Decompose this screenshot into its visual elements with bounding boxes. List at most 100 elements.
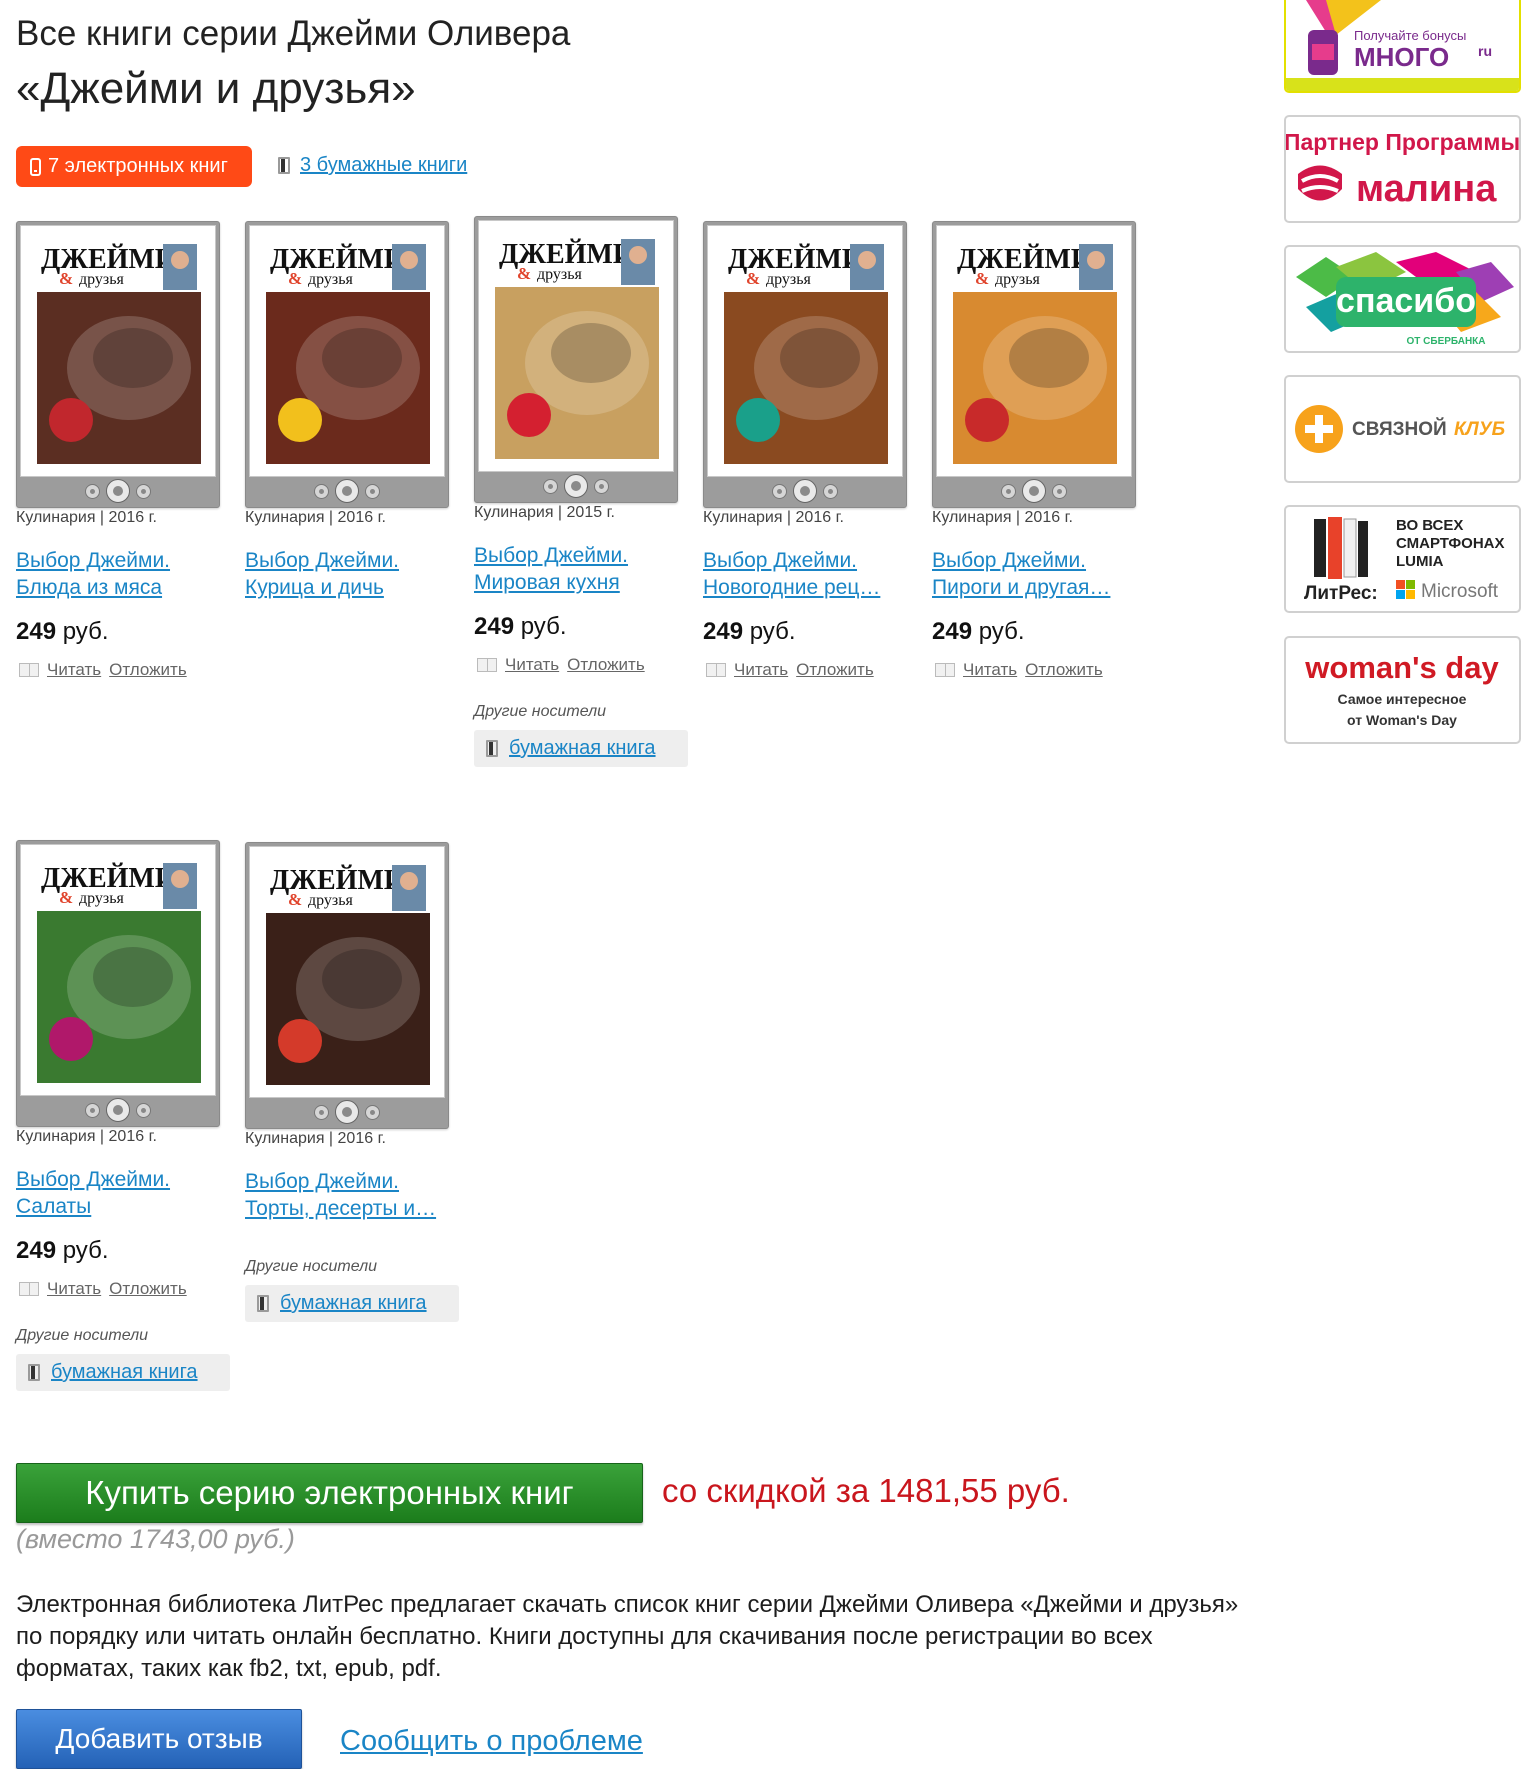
add-review-button[interactable]: Добавить отзыв	[16, 1709, 302, 1769]
tab-paper-books[interactable]: 3 бумажные книги	[278, 154, 467, 177]
svg-text:друзья: друзья	[766, 271, 812, 288]
other-media-paper[interactable]: бумажная книга	[245, 1285, 459, 1322]
banner-spasibo[interactable]: спасибо ОТ СБЕРБАНКА	[1284, 245, 1521, 353]
svyaznoy-a: СВЯЗНОЙ	[1352, 418, 1447, 440]
read-link[interactable]: Читать	[505, 655, 559, 675]
book-price: 249 руб.	[703, 618, 796, 645]
womansday-logo-icon: woman's day Самое интересное от Woman's …	[1304, 650, 1499, 728]
prev-icon[interactable]	[314, 483, 329, 499]
report-problem-link[interactable]: Сообщить о проблеме	[340, 1725, 643, 1758]
litres-l1: ВО ВСЕХ	[1396, 517, 1463, 534]
book-icon	[278, 157, 290, 174]
prev-icon[interactable]	[85, 483, 100, 499]
read-link[interactable]: Читать	[47, 1279, 101, 1299]
book-title-link[interactable]: Выбор Джейми. Курица и дичь	[245, 547, 455, 601]
svg-text:&: &	[59, 888, 73, 907]
next-icon[interactable]	[823, 483, 838, 499]
prev-icon[interactable]	[543, 478, 558, 494]
litres-lumia-icon: ВО ВСЕХ СМАРТФОНАХ LUMIA ЛитРес: Microso…	[1304, 517, 1505, 604]
prev-icon[interactable]	[314, 1104, 329, 1120]
postpone-link[interactable]: Отложить	[1025, 660, 1103, 680]
book-cover[interactable]: ДЖЕЙМИ & друзья	[16, 221, 220, 508]
tab-ebooks[interactable]: 7 электронных книг	[16, 146, 252, 187]
next-icon[interactable]	[365, 483, 380, 499]
book-cover[interactable]: ДЖЕЙМИ & друзья	[474, 216, 678, 503]
cover-pager	[704, 478, 906, 504]
banner-svyaznoy[interactable]: СВЯЗНОЙ КЛУБ	[1284, 375, 1521, 483]
book-cover[interactable]: ДЖЕЙМИ & друзья	[16, 840, 220, 1127]
banner-litres-microsoft[interactable]: ВО ВСЕХ СМАРТФОНАХ LUMIA ЛитРес: Microso…	[1284, 505, 1521, 613]
postpone-link[interactable]: Отложить	[109, 660, 187, 680]
paper-book-link[interactable]: бумажная книга	[280, 1292, 427, 1315]
prev-icon[interactable]	[772, 483, 787, 499]
book-cover[interactable]: ДЖЕЙМИ & друзья	[245, 221, 449, 508]
next-icon[interactable]	[136, 1102, 151, 1118]
read-link[interactable]: Читать	[963, 660, 1017, 680]
buy-series-button[interactable]: Купить серию электронных книг	[16, 1463, 643, 1523]
book-meta: Кулинария | 2016 г.	[245, 1130, 386, 1147]
book-cover[interactable]: ДЖЕЙМИ & друзья	[932, 221, 1136, 508]
read-link[interactable]: Читать	[734, 660, 788, 680]
tab-ebooks-label: 7 электронных книг	[48, 155, 228, 177]
cover-image: ДЖЕЙМИ & друзья	[953, 238, 1117, 464]
book-card: ДЖЕЙМИ & друзья Кулинария | 2015 г. Выбо…	[474, 216, 704, 767]
mnogo-suffix: ru	[1478, 43, 1492, 59]
mnogo-small: Получайте бонусы	[1354, 28, 1466, 43]
banner-womansday[interactable]: woman's day Самое интересное от Woman's …	[1284, 636, 1521, 744]
prev-icon[interactable]	[85, 1102, 100, 1118]
other-media-paper[interactable]: бумажная книга	[474, 730, 688, 767]
book-title-link[interactable]: Выбор Джейми. Пироги и другая…	[932, 547, 1142, 601]
cover-pager	[933, 478, 1135, 504]
mnogo-brand: МНОГО	[1354, 42, 1449, 72]
book-cover[interactable]: ДЖЕЙМИ & друзья	[245, 842, 449, 1129]
read-link[interactable]: Читать	[47, 660, 101, 680]
malina-brand: малина	[1356, 168, 1497, 210]
series-description: Электронная библиотека ЛитРес предлагает…	[16, 1591, 1239, 1682]
prev-icon[interactable]	[1001, 483, 1016, 499]
banner-malina[interactable]: Партнер Программы малина	[1284, 115, 1521, 223]
paper-book-link[interactable]: бумажная книга	[509, 737, 656, 760]
home-icon[interactable]	[335, 1100, 359, 1124]
home-icon[interactable]	[793, 479, 817, 503]
svg-text:&: &	[517, 264, 531, 283]
womansday-l2: от Woman's Day	[1347, 712, 1457, 728]
other-media-paper[interactable]: бумажная книга	[16, 1354, 230, 1391]
home-icon[interactable]	[106, 479, 130, 503]
spasibo-sub: ОТ СБЕРБАНКА	[1407, 336, 1486, 347]
postpone-link[interactable]: Отложить	[567, 655, 645, 675]
postpone-link[interactable]: Отложить	[796, 660, 874, 680]
svg-text:&: &	[288, 890, 302, 909]
book-card: ДЖЕЙМИ & друзья Кулинария | 2016 г. Выбо…	[245, 221, 475, 601]
home-icon[interactable]	[1022, 479, 1046, 503]
read-icon	[19, 663, 39, 677]
book-cover[interactable]: ДЖЕЙМИ & друзья	[703, 221, 907, 508]
cover-image: ДЖЕЙМИ & друзья	[37, 857, 201, 1083]
read-icon	[19, 1282, 39, 1296]
other-media-label: Другие носители	[16, 1327, 148, 1344]
book-meta: Кулинария | 2015 г.	[474, 504, 615, 521]
banner-mnogo[interactable]: Получайте бонусы МНОГО ru	[1284, 0, 1521, 93]
phone-icon	[30, 157, 41, 176]
next-icon[interactable]	[136, 483, 151, 499]
tab-paper-books-link[interactable]: 3 бумажные книги	[300, 154, 467, 177]
next-icon[interactable]	[594, 478, 609, 494]
home-icon[interactable]	[106, 1098, 130, 1122]
cover-image: ДЖЕЙМИ & друзья	[724, 238, 888, 464]
postpone-link[interactable]: Отложить	[109, 1279, 187, 1299]
next-icon[interactable]	[1052, 483, 1067, 499]
book-title-link[interactable]: Выбор Джейми. Мировая кухня	[474, 542, 684, 596]
womansday-brand: woman's day	[1304, 650, 1499, 685]
cover-image: ДЖЕЙМИ & друзья	[495, 233, 659, 459]
book-actions: Читать Отложить	[474, 655, 704, 675]
home-icon[interactable]	[564, 474, 588, 498]
next-icon[interactable]	[365, 1104, 380, 1120]
home-icon[interactable]	[335, 479, 359, 503]
cover-pager	[246, 478, 448, 504]
paper-book-link[interactable]: бумажная книга	[51, 1361, 198, 1384]
book-title-link[interactable]: Выбор Джейми. Торты, десерты и…	[245, 1168, 455, 1222]
book-title-link[interactable]: Выбор Джейми. Новогодние рец…	[703, 547, 913, 601]
book-price: 249 руб.	[932, 618, 1025, 645]
book-title-link[interactable]: Выбор Джейми. Салаты	[16, 1166, 226, 1220]
womansday-l1: Самое интересное	[1338, 691, 1467, 707]
book-title-link[interactable]: Выбор Джейми. Блюда из мяса	[16, 547, 226, 601]
